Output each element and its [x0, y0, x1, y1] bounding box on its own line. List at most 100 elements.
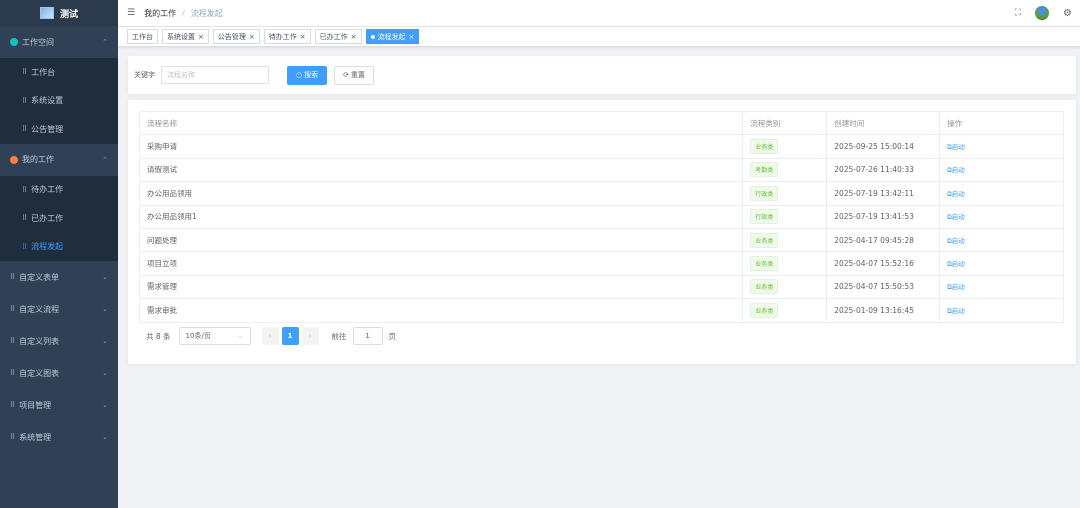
sidebar-item[interactable]: ⠿ 待办工作	[0, 175, 118, 204]
sidebar-item[interactable]: ⠿ 项目管理 ⌄	[0, 389, 118, 421]
chevron-up-icon: ⌃	[102, 155, 108, 164]
breadcrumb-root[interactable]: 我的工作	[144, 8, 176, 19]
tab-tag[interactable]: 系统设置 ×	[162, 29, 209, 44]
tags-view: 工作台 系统设置 × 公告管理 × 待办工作 × 已办工作 × 流程发起 ×	[118, 27, 1080, 47]
start-process-link[interactable]: ⧉启动	[947, 260, 965, 268]
grid-icon: ⠿	[22, 96, 28, 105]
close-icon[interactable]: ×	[409, 33, 415, 41]
chevron-down-icon: ⌄	[237, 332, 244, 340]
sidebar-item-label: 系统管理	[19, 432, 52, 442]
goto-suffix: 页	[388, 331, 397, 341]
sidebar-item-label: 系统设置	[31, 96, 64, 106]
close-icon[interactable]: ×	[351, 33, 357, 41]
start-process-link[interactable]: ⧉启动	[947, 283, 965, 291]
tab-tag-label: 工作台	[132, 32, 153, 41]
column-header: 流程名称	[138, 110, 744, 136]
search-icon: ○	[296, 71, 303, 79]
logo-image	[39, 7, 54, 19]
logo[interactable]: 测试	[0, 0, 118, 26]
fullscreen-icon[interactable]: ⛶	[1015, 8, 1021, 18]
next-page-button[interactable]: ›	[301, 327, 319, 345]
tab-tag-label: 待办工作	[268, 32, 297, 41]
sidebar-item[interactable]: ⠿ 自定义图表 ⌄	[0, 357, 118, 389]
sidebar-item[interactable]: 工作空间 ⌃	[0, 26, 118, 58]
sidebar-item-label: 自定义列表	[19, 336, 60, 346]
sidebar-item-label: 待办工作	[31, 185, 64, 195]
start-process-link[interactable]: ⧉启动	[947, 190, 965, 198]
sidebar-item[interactable]: ⠿ 公告管理	[0, 115, 118, 144]
active-dot-icon	[370, 34, 375, 39]
tab-tag[interactable]: 公告管理 ×	[212, 29, 260, 44]
search-button[interactable]: ○ 搜索	[287, 65, 328, 85]
tab-tag[interactable]: 流程发起 ×	[365, 29, 420, 44]
goto-label: 前往	[331, 331, 347, 341]
created-time: 2025-07-26 11:40:33	[826, 158, 941, 183]
created-time: 2025-07-19 13:42:11	[826, 181, 941, 206]
close-icon[interactable]: ×	[300, 33, 306, 41]
tab-tag[interactable]: 工作台	[127, 29, 158, 44]
grid-icon: ⠿	[10, 401, 16, 409]
action-cell: ⧉启动	[939, 158, 1064, 183]
chevron-down-icon: ⌄	[102, 369, 108, 377]
tab-tag[interactable]: 待办工作 ×	[263, 29, 311, 44]
avatar[interactable]	[1035, 6, 1050, 20]
page-number[interactable]: 1	[281, 327, 299, 345]
hamburger-icon[interactable]: ☰	[127, 8, 135, 18]
navbar: ☰ 我的工作 / 流程发起 ⛶ ⚙	[118, 0, 1080, 27]
category-cell: 行政类	[742, 181, 828, 206]
keyword-label: 关键字	[134, 71, 155, 79]
column-header: 创建时间	[826, 110, 941, 136]
refresh-icon: ⟳	[343, 71, 349, 79]
sidebar-item[interactable]: ⠿ 自定义列表 ⌄	[0, 325, 118, 357]
grid-icon: ⠿	[10, 369, 16, 377]
page-size-select[interactable]: 10条/页 ⌄	[178, 327, 251, 345]
table-row: 问题处理 业务类 2025-04-17 09:45:28 ⧉启动	[138, 228, 1064, 253]
action-cell: ⧉启动	[939, 298, 1064, 323]
close-icon[interactable]: ×	[249, 33, 255, 41]
process-name: 需求管理	[138, 275, 744, 300]
action-cell: ⧉启动	[939, 134, 1064, 159]
start-process-link[interactable]: ⧉启动	[947, 237, 965, 245]
gear-icon[interactable]: ⚙	[1063, 8, 1072, 19]
sidebar-item-label: 自定义图表	[19, 368, 60, 378]
column-header: 操作	[939, 110, 1064, 136]
process-name: 请假测试	[138, 158, 744, 183]
category-cell: 业务类	[742, 228, 828, 253]
category-cell: 业务类	[742, 251, 828, 276]
reset-button[interactable]: ⟳ 重置	[334, 65, 374, 85]
sidebar-item[interactable]: ⠿ 自定义流程 ⌄	[0, 293, 118, 325]
category-tag: 行政类	[750, 209, 779, 225]
search-input[interactable]	[161, 66, 269, 84]
sidebar-item[interactable]: ⠿ 流程发起	[0, 232, 118, 261]
table-panel: 流程名称 流程类别 创建时间 操作 采购申请 业务类 2025-09-25 15:0…	[128, 100, 1076, 364]
grid-icon: ⠿	[10, 305, 16, 313]
category-cell: 业务类	[742, 275, 828, 300]
start-process-link[interactable]: ⧉启动	[947, 143, 965, 151]
goto-page-input[interactable]	[352, 327, 383, 345]
sidebar-item[interactable]: ⠿ 自定义表单 ⌄	[0, 261, 118, 293]
process-name: 采购申请	[138, 134, 744, 159]
table-header-row: 流程名称 流程类别 创建时间 操作	[138, 110, 1064, 136]
table-row: 办公用品领用1 行政类 2025-07-19 13:41:53 ⧉启动	[138, 205, 1064, 229]
breadcrumb-separator: /	[182, 8, 185, 18]
sidebar-item[interactable]: ⠿ 已办工作	[0, 204, 118, 233]
pagination-total: 共 8 条	[146, 331, 171, 341]
work-icon	[10, 155, 18, 164]
prev-page-button[interactable]: ‹	[261, 327, 279, 345]
close-icon[interactable]: ×	[198, 33, 204, 41]
sidebar-item[interactable]: ⠿ 系统设置	[0, 86, 118, 115]
sidebar-item-label: 流程发起	[31, 242, 64, 252]
start-process-link[interactable]: ⧉启动	[947, 213, 965, 221]
start-process-link[interactable]: ⧉启动	[947, 166, 965, 174]
grid-icon: ⠿	[22, 242, 28, 251]
sidebar-item[interactable]: 我的工作 ⌃	[0, 144, 118, 176]
tab-tag[interactable]: 已办工作 ×	[314, 29, 362, 44]
start-process-link[interactable]: ⧉启动	[947, 307, 965, 315]
sidebar-item[interactable]: ⠿ 工作台	[0, 58, 118, 87]
tab-tag-label: 流程发起	[377, 32, 406, 41]
sidebar-item[interactable]: ⠿ 系统管理 ⌄	[0, 421, 118, 453]
category-tag: 考勤类	[750, 162, 779, 178]
search-panel: 关键字 ○搜索 ⟳重置	[128, 56, 1076, 94]
chevron-down-icon: ⌄	[102, 401, 108, 409]
table-row: 采购申请 业务类 2025-09-25 15:00:14 ⧉启动	[138, 134, 1064, 159]
